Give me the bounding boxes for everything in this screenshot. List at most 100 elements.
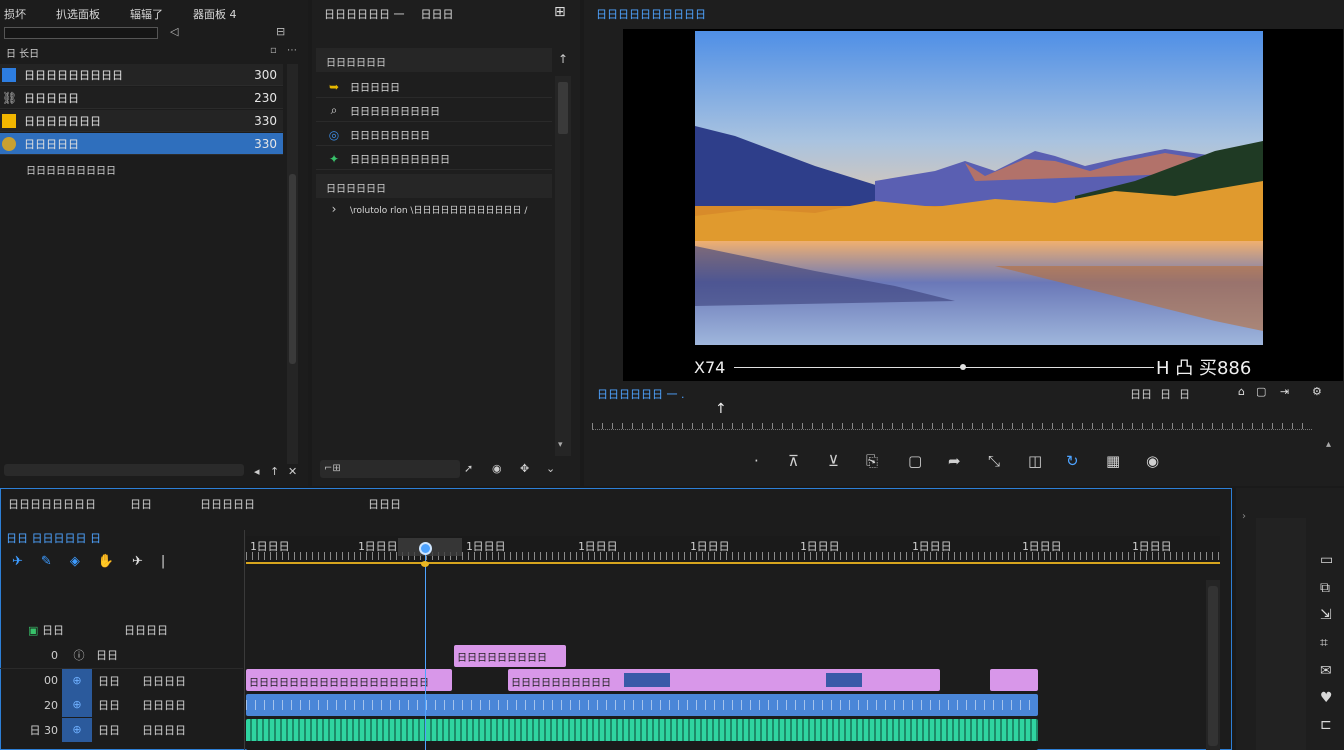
effects-tab[interactable]: 日日日 — [421, 6, 454, 22]
effect-item[interactable]: › \rolutolo rlon \日日日日日日日日日日日日 / — [316, 198, 552, 220]
audio-clip-blue[interactable] — [246, 694, 1038, 716]
effect-item[interactable]: ➥ 日日日日日 — [316, 76, 552, 98]
folder-icon[interactable]: ▫ — [270, 46, 277, 56]
camera-icon[interactable]: ◉ — [1146, 452, 1159, 470]
export-icon[interactable]: ⇥ — [1280, 386, 1289, 397]
record-icon[interactable]: ◉ — [492, 463, 502, 474]
mark-in-icon[interactable]: ⊼ — [788, 452, 799, 470]
dot-icon[interactable]: · — [754, 452, 759, 470]
marker-icon[interactable]: ◈ — [70, 554, 80, 569]
ruler-label: 1日日日 — [912, 540, 952, 553]
playhead-line[interactable] — [425, 546, 426, 750]
playhead-handle[interactable] — [419, 542, 432, 555]
audio-icon — [2, 136, 16, 151]
timeline-tab[interactable]: 日日 — [130, 496, 200, 512]
arrow-right-icon[interactable]: ➚ — [464, 463, 473, 474]
text-tool-icon[interactable]: ▭ — [1320, 552, 1333, 568]
arrow-up-icon[interactable]: ↑ — [558, 53, 568, 65]
more-icon[interactable]: ⋯ — [287, 46, 297, 56]
effects-section-header[interactable]: 日日日日日日 — [316, 48, 552, 72]
scrub-handle[interactable] — [960, 364, 966, 370]
link-icon[interactable]: ✎ — [41, 554, 52, 569]
mail-icon[interactable]: ✉ — [1320, 663, 1332, 679]
sort-icon[interactable]: ⊟ — [276, 26, 285, 37]
settings-icon[interactable]: ⚙ — [1312, 386, 1322, 397]
snap-icon[interactable]: ✈ — [12, 554, 23, 569]
lift-icon[interactable]: ⎘ — [866, 452, 878, 470]
title-clip[interactable]: 日日日日日日日日日 — [454, 645, 566, 667]
crop-icon[interactable]: ⌗ — [1320, 635, 1328, 651]
control-label[interactable]: 日 — [1160, 386, 1171, 402]
chevron-down-icon[interactable]: ▾ — [558, 440, 563, 450]
clip-marker[interactable] — [624, 673, 670, 687]
video-clip[interactable]: 日日日日日日日日日日日日日日日日日日 — [246, 669, 452, 691]
video-clip[interactable]: 日日日日日日日日日日日日日日 — [508, 669, 940, 691]
project-search-input[interactable] — [4, 27, 158, 39]
project-item[interactable]: 日日日日日日日日日 300 — [0, 64, 283, 86]
sequence-label: 日日 日日日日日 日 — [6, 532, 101, 545]
pin-icon[interactable]: ✥ — [520, 463, 529, 474]
track-label: 日日日日 — [142, 699, 186, 712]
timeline-tab[interactable]: 日日日 — [368, 496, 401, 512]
eye-icon[interactable]: ▣ — [28, 624, 42, 637]
mark-out-icon[interactable]: ⊻ — [828, 452, 839, 470]
audio-clip-green[interactable] — [246, 719, 1038, 750]
timeline-vscrollbar[interactable] — [1206, 580, 1220, 750]
scrub-line[interactable] — [734, 367, 1154, 368]
toggle-output-icon[interactable]: ⊕ — [62, 693, 92, 717]
step-icon[interactable]: ➦ — [948, 452, 961, 470]
menu-item[interactable]: 扒选面板 — [56, 6, 100, 22]
hand-icon[interactable]: ✋ — [98, 554, 114, 569]
project-hscroll[interactable] — [4, 464, 244, 476]
effect-item[interactable]: ⌕ 日日日日日日日日日 — [316, 100, 552, 122]
loop-icon[interactable]: ↻ — [1066, 452, 1079, 470]
tools-scroll[interactable] — [1256, 518, 1306, 750]
chevron-right-icon[interactable]: › — [1242, 512, 1246, 522]
info-icon[interactable]: ⓘ — [62, 647, 96, 663]
clip-marker[interactable] — [826, 673, 862, 687]
effects-section-header[interactable]: 日日日日日日 — [316, 174, 552, 198]
export-icon[interactable]: ⇲ — [1320, 607, 1332, 623]
copy-icon[interactable]: ⧉ — [1320, 580, 1330, 596]
timeline-tab[interactable]: 日日日日日 — [200, 496, 368, 512]
effects-tab[interactable]: 日日日日日日 一 — [324, 6, 405, 22]
video-clip[interactable] — [990, 669, 1038, 691]
close-icon[interactable]: ✕ — [288, 466, 297, 477]
toggle-output-icon[interactable]: ⊕ — [62, 718, 92, 742]
film-icon[interactable]: ▦ — [1106, 452, 1120, 470]
project-item-selected[interactable]: 日日日日日 330 — [0, 133, 283, 155]
effects-search-input[interactable]: ⌐⊞ — [320, 460, 460, 478]
export-frame-icon[interactable]: ◫ — [1028, 452, 1042, 470]
project-scrollbar[interactable] — [287, 64, 298, 464]
timeline-tab[interactable]: 日日日日日日日日 — [8, 496, 130, 512]
trim-icon[interactable]: ⤡ — [988, 452, 1000, 470]
toggle-output-icon[interactable]: ⊕ — [62, 668, 92, 693]
lock-icon[interactable]: ⌂ — [1238, 386, 1245, 397]
stop-icon[interactable]: ▢ — [908, 452, 922, 470]
effect-item[interactable]: ✦ 日日日日日日日日日日 — [316, 148, 552, 170]
menu-item[interactable]: 辐辐了 — [130, 6, 163, 22]
menu-item[interactable]: 损坏 — [4, 6, 26, 22]
effects-scrollbar[interactable]: ▾ — [555, 76, 571, 456]
monitor-scroll-icon[interactable]: ▴ — [1326, 440, 1331, 450]
chevron-down-icon[interactable]: ⌄ — [546, 463, 555, 474]
grid-icon[interactable]: ⊞ — [554, 5, 566, 19]
arrow-left-icon[interactable]: ◂ — [254, 466, 260, 477]
project-item[interactable]: ⛓ 日日日日日 230 — [0, 87, 283, 109]
effect-item[interactable]: ◎ 日日日日日日日日 — [316, 124, 552, 146]
work-area-bar[interactable] — [246, 562, 1220, 564]
playhead-arrow-icon[interactable]: ↑ — [715, 402, 727, 416]
heart-icon[interactable]: ♥ — [1320, 690, 1333, 706]
filter-icon[interactable]: ◁ — [170, 26, 178, 37]
window-icon[interactable]: ▢ — [1256, 386, 1266, 397]
control-label[interactable]: 日日 — [1130, 386, 1152, 402]
project-item[interactable]: 日日日日日日日 330 — [0, 110, 283, 132]
monitor-ruler[interactable] — [592, 412, 1312, 430]
control-label[interactable]: 日 — [1179, 386, 1190, 402]
menu-item[interactable]: 器面板 4 — [193, 6, 237, 22]
window-icon[interactable]: ⊏ — [1320, 717, 1332, 733]
arrow-up-icon[interactable]: ↑ — [270, 466, 279, 477]
ruler-label: 1日日日 — [358, 540, 398, 553]
plane-icon[interactable]: ✈ — [132, 554, 143, 569]
divider-icon: | — [160, 554, 166, 569]
